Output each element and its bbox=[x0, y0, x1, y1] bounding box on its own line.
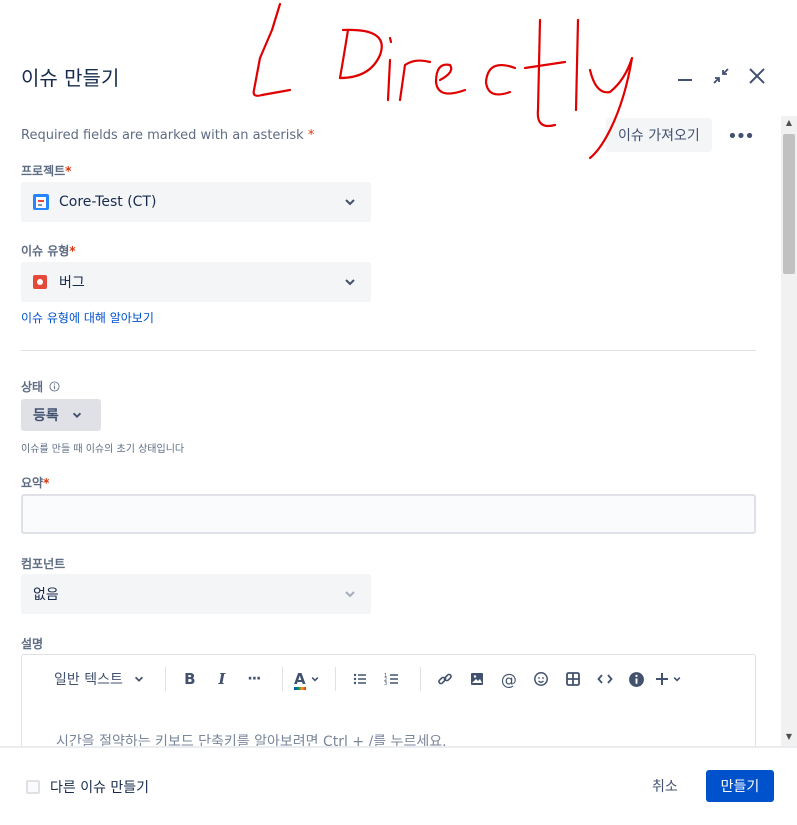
text-style-label: 일반 텍스트 bbox=[54, 672, 123, 688]
chevron-down-icon bbox=[345, 279, 355, 286]
mention-button[interactable]: @ bbox=[495, 663, 523, 695]
table-icon bbox=[565, 672, 580, 686]
status-dropdown-button[interactable]: 등록 bbox=[21, 399, 101, 431]
status-helper-text: 이슈를 만들 때 이슈의 초기 상태입니다 bbox=[21, 444, 185, 455]
status-value: 등록 bbox=[33, 408, 59, 424]
toolbar-separator bbox=[334, 667, 336, 691]
italic-button[interactable]: I bbox=[208, 663, 236, 695]
bullet-list-icon bbox=[353, 673, 366, 685]
issue-type-help-link[interactable]: 이슈 유형에 대해 알아보기 bbox=[21, 309, 154, 326]
issue-type-value: 버그 bbox=[59, 275, 85, 291]
scroll-down-icon[interactable]: ▼ bbox=[784, 732, 794, 742]
project-label: 프로젝트* bbox=[21, 162, 71, 179]
collapse-icon bbox=[713, 68, 729, 84]
project-value: Core-Test (CT) bbox=[59, 194, 157, 210]
emoji-button[interactable] bbox=[527, 663, 555, 695]
close-icon bbox=[749, 68, 765, 84]
create-button[interactable]: 만들기 bbox=[706, 770, 774, 802]
required-star: * bbox=[69, 244, 76, 258]
section-divider bbox=[21, 350, 756, 351]
required-star: * bbox=[43, 476, 50, 490]
scrollbar-thumb[interactable] bbox=[783, 134, 795, 274]
close-button[interactable] bbox=[745, 64, 769, 88]
create-another-label[interactable]: 다른 이슈 만들기 bbox=[50, 777, 149, 797]
create-another-checkbox[interactable] bbox=[26, 780, 40, 794]
modal-title: 이슈 만들기 bbox=[21, 66, 120, 90]
emoji-icon bbox=[533, 672, 548, 686]
chevron-down-icon bbox=[72, 412, 81, 419]
minimize-button[interactable] bbox=[673, 64, 697, 88]
code-icon bbox=[597, 674, 613, 684]
issue-type-label-text: 이슈 유형 bbox=[21, 244, 70, 258]
component-value: 없음 bbox=[33, 587, 59, 603]
image-icon bbox=[470, 673, 483, 685]
project-label-text: 프로젝트 bbox=[21, 164, 66, 178]
component-select[interactable]: 없음 bbox=[21, 574, 371, 614]
toolbar-separator bbox=[419, 667, 421, 691]
chevron-down-icon bbox=[345, 199, 355, 206]
bug-icon bbox=[33, 275, 47, 289]
svg-text:3: 3 bbox=[384, 681, 387, 687]
numbered-list-button[interactable]: 123 bbox=[378, 663, 406, 695]
summary-label-text: 요약 bbox=[21, 476, 44, 490]
plus-icon bbox=[656, 673, 669, 685]
more-formatting-button[interactable]: ··· bbox=[240, 663, 268, 695]
summary-label: 요약* bbox=[21, 474, 49, 491]
toolbar-separator bbox=[164, 667, 166, 691]
cancel-button[interactable]: 취소 bbox=[640, 770, 690, 802]
issue-type-label: 이슈 유형* bbox=[21, 242, 76, 259]
bold-button[interactable]: B bbox=[176, 663, 204, 695]
required-note: Required fields are marked with an aster… bbox=[21, 128, 314, 143]
issue-type-select[interactable]: 버그 bbox=[21, 262, 371, 302]
modal-footer: 다른 이슈 만들기 취소 만들기 bbox=[0, 746, 797, 825]
text-style-dropdown[interactable]: 일반 텍스트 bbox=[54, 663, 151, 695]
toolbar-separator bbox=[281, 667, 283, 691]
editor-toolbar: 일반 텍스트 B I ··· A 123 @ bbox=[22, 655, 755, 703]
status-label: 상태 bbox=[21, 378, 60, 395]
italic-icon: I bbox=[218, 670, 226, 688]
more-actions-button[interactable]: ••• bbox=[726, 122, 755, 150]
summary-input[interactable] bbox=[21, 494, 756, 534]
editor-placeholder: 시간을 절약하는 키보드 단축키를 알아보려면 Ctrl + /를 누르세요. bbox=[56, 734, 447, 746]
chevron-down-icon bbox=[673, 677, 681, 682]
image-button[interactable] bbox=[463, 663, 491, 695]
required-star: * bbox=[307, 128, 315, 143]
window-controls bbox=[673, 64, 769, 88]
link-icon bbox=[437, 673, 452, 685]
chevron-down-icon bbox=[311, 677, 319, 682]
project-avatar-icon bbox=[33, 194, 49, 210]
project-select[interactable]: Core-Test (CT) bbox=[21, 182, 371, 222]
bold-icon: B bbox=[184, 670, 196, 688]
insert-more-button[interactable] bbox=[655, 663, 683, 695]
info-icon bbox=[629, 671, 645, 687]
link-button[interactable] bbox=[431, 663, 459, 695]
minimize-icon bbox=[678, 79, 692, 81]
collapse-button[interactable] bbox=[709, 64, 733, 88]
more-icon: ··· bbox=[247, 671, 261, 687]
info-circle-icon[interactable] bbox=[49, 381, 60, 392]
form-scroll-area[interactable]: Required fields are marked with an aster… bbox=[0, 116, 781, 746]
description-label: 설명 bbox=[21, 637, 44, 651]
numbered-list-icon: 123 bbox=[384, 673, 398, 687]
bullet-list-button[interactable] bbox=[346, 663, 374, 695]
chevron-down-icon bbox=[134, 676, 143, 682]
vertical-scrollbar[interactable]: ▲ ▼ bbox=[781, 116, 797, 746]
text-color-button[interactable]: A bbox=[293, 663, 321, 695]
import-issues-button[interactable]: 이슈 가져오기 bbox=[606, 118, 712, 152]
component-label: 컴포넌트 bbox=[21, 557, 66, 571]
status-label-text: 상태 bbox=[21, 380, 44, 394]
code-button[interactable] bbox=[591, 663, 619, 695]
description-editor[interactable]: 일반 텍스트 B I ··· A 123 @ 시간을 절약하는 키보드 단축키를… bbox=[21, 654, 756, 746]
mention-icon: @ bbox=[500, 669, 517, 689]
info-panel-button[interactable] bbox=[623, 663, 651, 695]
required-note-text: Required fields are marked with an aster… bbox=[21, 128, 304, 143]
table-button[interactable] bbox=[559, 663, 587, 695]
text-color-icon: A bbox=[294, 670, 307, 690]
scroll-up-icon[interactable]: ▲ bbox=[784, 118, 794, 128]
required-star: * bbox=[65, 164, 72, 178]
chevron-down-icon bbox=[345, 591, 355, 598]
